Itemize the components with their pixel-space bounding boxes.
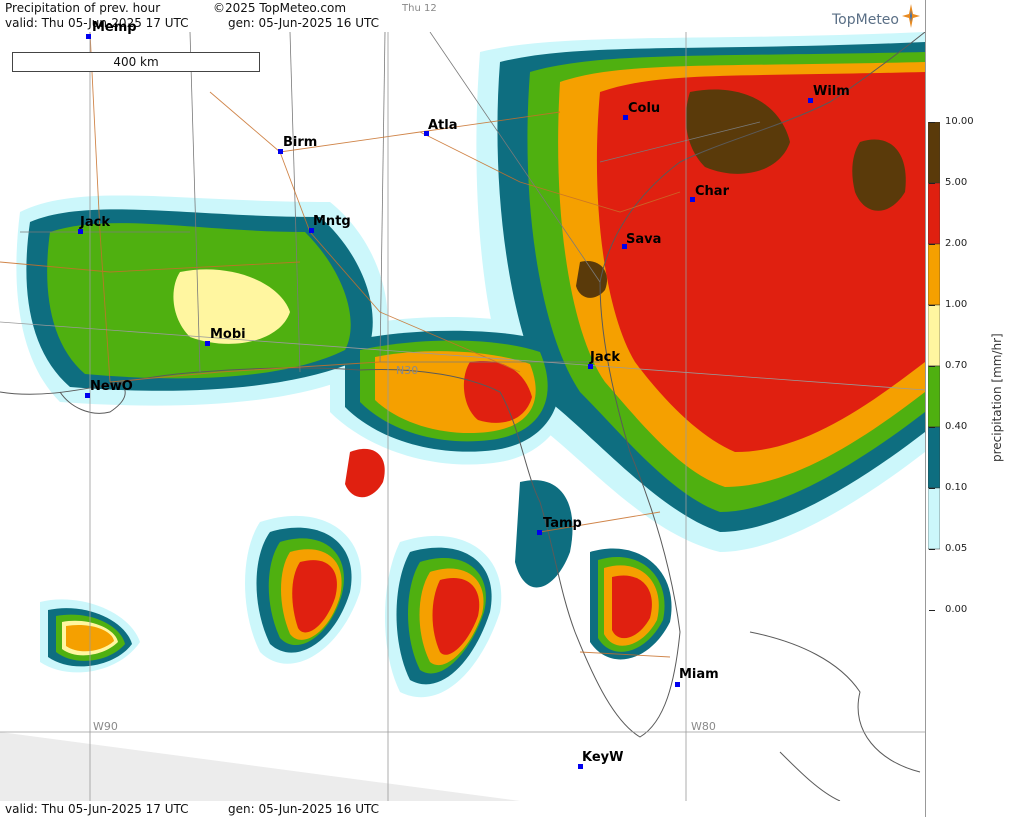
city-marker (86, 34, 91, 39)
brand-logo: TopMeteo (832, 12, 899, 28)
legend-tick: 2.00 (945, 238, 968, 249)
city-label-tampa: Tamp (543, 516, 582, 531)
precipitation-map[interactable] (0, 32, 925, 801)
legend-tick: 0.05 (945, 543, 968, 554)
city-label-atlanta: Atla (428, 118, 458, 133)
city-marker (675, 682, 680, 687)
legend-tick: 0.70 (945, 360, 968, 371)
city-label-charleston: Char (695, 184, 729, 199)
logo-star-icon (902, 4, 920, 28)
footer-gen-time: gen: 05-Jun-2025 16 UTC (228, 802, 380, 816)
legend-tick: 10.00 (945, 116, 974, 127)
gen-time: gen: 05-Jun-2025 16 UTC (228, 16, 380, 30)
legend-tick: 0.00 (945, 604, 968, 615)
grid-label-n30: N30 (396, 364, 419, 377)
footer-valid-time: valid: Thu 05-Jun-2025 17 UTC (5, 802, 189, 816)
city-label-new-orleans: NewO (90, 379, 133, 394)
legend-divider (925, 0, 926, 817)
city-marker (537, 530, 542, 535)
grid-label-w80: W80 (691, 720, 716, 733)
city-label-montgomery: Mntg (313, 214, 351, 229)
city-label-savannah: Sava (626, 232, 662, 247)
legend-tick: 1.00 (945, 299, 968, 310)
city-label-jackson-ms: Jack (80, 215, 110, 230)
city-label-miami: Miam (679, 667, 719, 682)
legend-tick: 0.10 (945, 482, 968, 493)
city-label-birmingham: Birm (283, 135, 318, 150)
city-label-wilmington: Wilm (813, 84, 850, 99)
grid-label-w90: W90 (93, 720, 118, 733)
legend-colorbar (928, 122, 940, 550)
legend-title: precipitation [mm/hr] (990, 333, 1004, 462)
city-label-columbia: Colu (628, 101, 661, 116)
footer: valid: Thu 05-Jun-2025 17 UTC gen: 05-Ju… (0, 801, 925, 817)
city-label-jacksonville: Jack (590, 350, 620, 365)
city-label-memphis: Memp (92, 20, 137, 35)
city-label-key-west: KeyW (582, 750, 624, 765)
legend-tick: 5.00 (945, 177, 968, 188)
legend-tick: 0.40 (945, 421, 968, 432)
map-title: Precipitation of prev. hour (5, 1, 161, 15)
scale-bar: 400 km (12, 52, 260, 72)
header: Precipitation of prev. hour ©2025 TopMet… (0, 0, 925, 32)
copyright: ©2025 TopMeteo.com (213, 1, 347, 15)
day-label: Thu 12 (402, 3, 437, 14)
city-label-mobile: Mobi (210, 327, 246, 342)
